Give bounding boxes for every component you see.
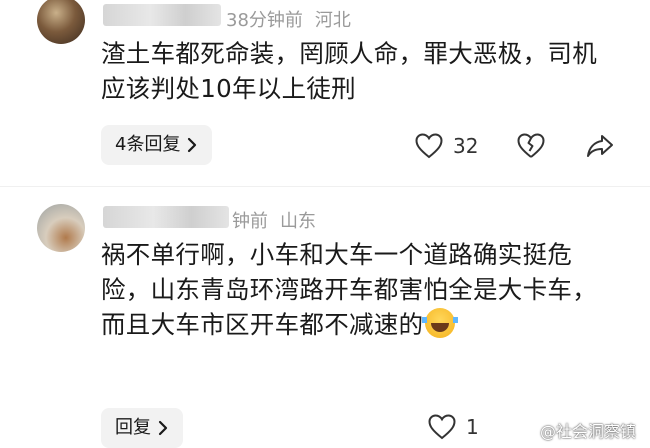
username-blurred[interactable] xyxy=(103,4,221,26)
heart-icon xyxy=(428,414,456,440)
comment-location: 河北 xyxy=(314,10,351,31)
watermark: @社会洞察镇 xyxy=(540,422,637,441)
comment-meta: 钟前 山东 xyxy=(232,207,316,233)
comment-location: 山东 xyxy=(280,211,316,232)
like-button[interactable]: 32 xyxy=(415,133,478,159)
comment-text: 渣土车都死命装，罔顾人命，罪大恶极，司机应该判处10年以上徒刑 xyxy=(101,39,597,103)
chevron-right-icon xyxy=(188,137,197,153)
comment-text-content: 祸不单行啊，小车和大车一个道路确实挺危险，山东青岛环湾路开车都害怕全是大卡车，而… xyxy=(101,240,597,339)
share-icon xyxy=(587,135,613,157)
dislike-button[interactable] xyxy=(517,133,545,159)
comment-item: 钟前 山东 祸不单行啊，小车和大车一个道路确实挺危险，山东青岛环湾路开车都害怕全是… xyxy=(0,196,650,448)
chevron-right-icon xyxy=(158,420,168,436)
like-count: 32 xyxy=(453,134,479,158)
avatar[interactable] xyxy=(37,204,85,252)
laugh-cry-emoji xyxy=(422,308,459,338)
reply-button[interactable]: 回复 xyxy=(101,408,183,448)
like-button[interactable]: 1 xyxy=(428,414,479,440)
reply-label: 回复 xyxy=(115,417,151,438)
heart-icon xyxy=(415,133,443,159)
comment-time: 38分钟前 xyxy=(226,10,303,31)
comment-text: 祸不单行啊，小车和大车一个道路确实挺危险，山东青岛环湾路开车都害怕全是大卡车，而… xyxy=(101,237,621,342)
view-replies-button[interactable]: 4条回复 xyxy=(101,125,213,165)
share-button[interactable] xyxy=(586,133,614,159)
comment-time: 钟前 xyxy=(232,211,268,232)
username-blurred[interactable] xyxy=(103,206,229,228)
avatar[interactable] xyxy=(37,0,85,44)
broken-heart-icon xyxy=(517,133,545,158)
comment-meta: 38分钟前 河北 xyxy=(226,6,351,32)
like-count: 1 xyxy=(466,415,479,439)
comment-item: 38分钟前 河北 渣土车都死命装，罔顾人命，罪大恶极，司机应该判处10年以上徒刑 … xyxy=(0,0,650,180)
reply-label: 4条回复 xyxy=(115,134,181,155)
comment-separator xyxy=(0,186,650,187)
